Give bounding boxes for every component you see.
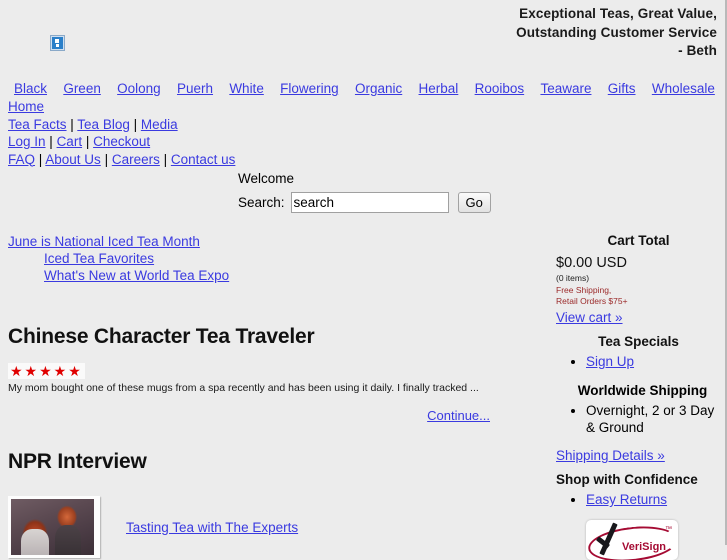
nav-item-oolong[interactable]: Oolong: [117, 80, 161, 98]
nav-item-careers[interactable]: Careers: [112, 152, 160, 167]
sign-up-link[interactable]: Sign Up: [586, 354, 634, 369]
news-link-iced-tea-favorites[interactable]: Iced Tea Favorites: [44, 251, 154, 266]
nav-item-media[interactable]: Media: [141, 117, 178, 132]
verisign-badge[interactable]: VeriSign ™: [586, 520, 678, 560]
nav-row-home: Home: [8, 98, 719, 116]
nav-item-rooibos[interactable]: Rooibos: [475, 80, 525, 98]
site-tagline: Exceptional Teas, Great Value, Outstandi…: [516, 5, 717, 61]
tea-specials-heading: Tea Specials: [598, 334, 679, 349]
shop-confidence-list: Easy Returns: [556, 491, 721, 508]
easy-returns-link[interactable]: Easy Returns: [586, 492, 667, 507]
nav-separator: |: [45, 134, 57, 149]
nav-item-contact-us[interactable]: Contact us: [171, 152, 236, 167]
category-nav-row: Black Green Oolong Puerh White Flowering…: [8, 80, 719, 98]
nav-item-faq[interactable]: FAQ: [8, 152, 35, 167]
news-row-3: What's New at World Tea Expo: [8, 267, 229, 284]
npr-interview-link[interactable]: Tasting Tea with The Experts: [126, 520, 298, 535]
continue-link[interactable]: Continue...: [427, 408, 490, 423]
worldwide-shipping-list: Overnight, 2 or 3 Day & Ground: [556, 402, 721, 436]
news-row-2: Iced Tea Favorites: [8, 250, 229, 267]
nav-item-gifts[interactable]: Gifts: [608, 80, 636, 98]
cart-note-line-2: Retail Orders $75+: [556, 296, 628, 306]
cart-total-heading: Cart Total: [607, 233, 670, 248]
view-cart-link[interactable]: View cart »: [556, 310, 623, 325]
nav-item-flowering[interactable]: Flowering: [280, 80, 339, 98]
cart-total-amount: $0.00 USD: [556, 255, 627, 271]
nav-separator: |: [35, 151, 46, 167]
nav-item-tea-blog[interactable]: Tea Blog: [77, 117, 130, 132]
nav-item-teaware[interactable]: Teaware: [540, 80, 591, 98]
npr-interview-thumbnail[interactable]: [8, 496, 100, 558]
worldwide-shipping-heading: Worldwide Shipping: [577, 383, 708, 398]
continue-row: Continue...: [8, 408, 498, 423]
shipping-details-link[interactable]: Shipping Details »: [556, 448, 665, 463]
nav-separator: |: [100, 151, 112, 167]
news-link-world-tea-expo[interactable]: What's New at World Tea Expo: [44, 268, 229, 283]
article-excerpt: My mom bought one of these mugs from a s…: [8, 382, 479, 394]
nav-separator: |: [82, 134, 94, 149]
search-input[interactable]: [290, 192, 449, 213]
search-row: Search: Go: [238, 192, 491, 213]
nav-item-tea-facts[interactable]: Tea Facts: [8, 117, 67, 132]
view-cart-row: View cart »: [556, 310, 721, 325]
cart-note-line-1: Free Shipping,: [556, 285, 612, 295]
npr-interview-row: Tasting Tea with The Experts: [8, 496, 498, 558]
broken-image-icon: [50, 35, 65, 51]
top-navigation: Black Green Oolong Puerh White Flowering…: [0, 80, 727, 168]
npr-link-wrapper: Tasting Tea with The Experts: [126, 520, 298, 535]
news-links: June is National Iced Tea Month Iced Tea…: [8, 233, 229, 284]
nav-separator: |: [159, 151, 171, 167]
nav-item-cart[interactable]: Cart: [57, 134, 83, 149]
page-root: Exceptional Teas, Great Value, Outstandi…: [0, 0, 727, 560]
npr-interview-photo: [11, 499, 94, 555]
nav-item-green[interactable]: Green: [63, 80, 101, 98]
tea-specials-list: Sign Up: [556, 353, 721, 370]
list-item: Easy Returns: [586, 491, 721, 508]
article-title-tea-traveler: Chinese Character Tea Traveler: [8, 325, 315, 348]
nav-item-about-us[interactable]: About Us: [45, 152, 101, 167]
nav-separator: |: [66, 116, 78, 132]
search-label: Search:: [238, 195, 285, 210]
search-go-button[interactable]: Go: [457, 192, 491, 213]
verisign-trademark: ™: [665, 526, 672, 533]
shipping-details-row: Shipping Details »: [556, 448, 721, 463]
nav-item-checkout[interactable]: Checkout: [93, 134, 150, 149]
nav-item-home[interactable]: Home: [8, 99, 44, 114]
nav-row-account: Log In | Cart | Checkout: [8, 133, 719, 151]
nav-row-support: FAQ | About Us | Careers | Contact us: [8, 151, 719, 169]
broken-image-glyph: [52, 37, 63, 49]
verisign-label: VeriSign: [622, 541, 667, 553]
main-content: Chinese Character Tea Traveler ★★★★★ My …: [8, 325, 498, 558]
nav-separator: |: [129, 116, 141, 132]
worldwide-shipping-block: Worldwide Shipping Overnight, 2 or 3 Day…: [556, 383, 721, 436]
site-header: Exceptional Teas, Great Value, Outstandi…: [0, 0, 725, 76]
welcome-text: Welcome: [238, 171, 295, 186]
star-rating: ★★★★★: [8, 363, 85, 379]
nav-item-wholesale[interactable]: Wholesale: [652, 80, 715, 98]
tagline-line-1: Exceptional Teas, Great Value,: [519, 6, 717, 21]
list-item: Overnight, 2 or 3 Day & Ground: [586, 402, 721, 436]
nav-item-herbal[interactable]: Herbal: [419, 80, 459, 98]
news-row-1: June is National Iced Tea Month: [8, 233, 229, 250]
list-item: Sign Up: [586, 353, 721, 370]
cart-item-count: (0 items): [556, 273, 590, 283]
nav-item-organic[interactable]: Organic: [355, 80, 402, 98]
nav-item-puerh[interactable]: Puerh: [177, 80, 213, 98]
nav-item-log-in[interactable]: Log In: [8, 134, 46, 149]
nav-item-black[interactable]: Black: [14, 80, 47, 98]
tagline-line-3: - Beth: [678, 43, 717, 58]
nav-row-info: Tea Facts | Tea Blog | Media: [8, 116, 719, 134]
welcome-search-block: Welcome Search: Go: [238, 171, 491, 213]
article-title-npr-interview: NPR Interview: [8, 450, 147, 473]
tagline-line-2: Outstanding Customer Service: [516, 24, 717, 40]
news-link-national-iced-tea-month[interactable]: June is National Iced Tea Month: [8, 234, 200, 249]
right-sidebar: Cart Total $0.00 USD (0 items) Free Ship…: [556, 233, 721, 560]
cart-shipping-note: Free Shipping, Retail Orders $75+: [556, 285, 721, 307]
shop-confidence-heading: Shop with Confidence: [556, 472, 698, 487]
nav-item-white[interactable]: White: [229, 80, 264, 98]
